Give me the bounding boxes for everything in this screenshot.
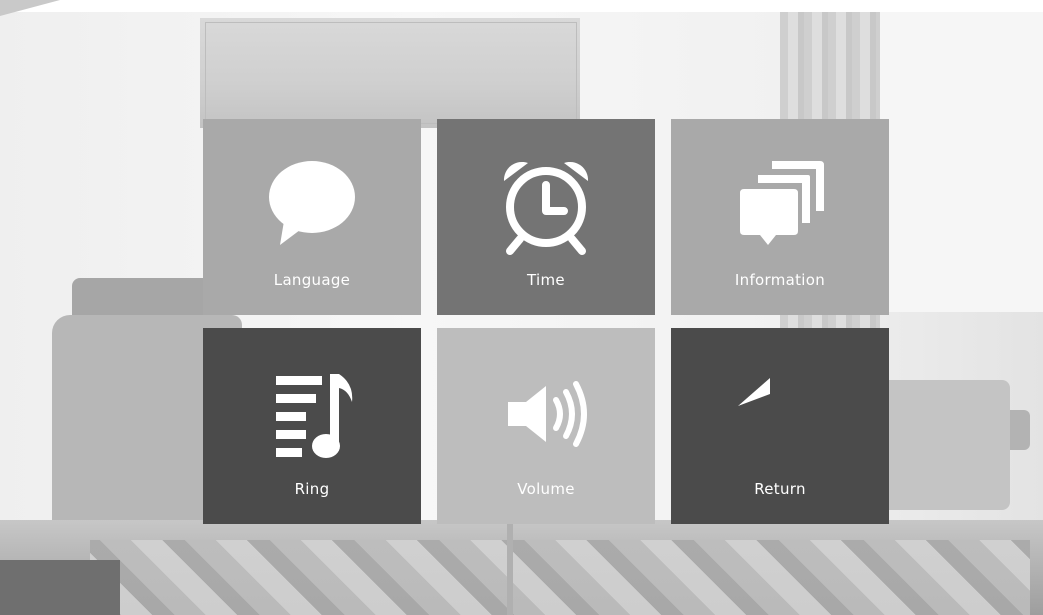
ring-label: Ring	[294, 480, 330, 498]
lamp-pole	[507, 520, 513, 615]
volume-label: Volume	[517, 480, 575, 498]
alarm-clock-icon	[437, 155, 655, 255]
return-button[interactable]: Return	[671, 328, 889, 524]
language-button[interactable]: Language	[203, 119, 421, 315]
top-edge	[0, 0, 1043, 12]
settings-screen: Language Time Information Ring Volume Re…	[0, 0, 1043, 615]
time-button[interactable]: Time	[437, 119, 655, 315]
return-arrow-icon	[671, 364, 889, 464]
information-label: Information	[734, 271, 826, 289]
corner-mark	[0, 0, 60, 16]
floor-shadow	[0, 560, 120, 615]
time-label: Time	[527, 271, 565, 289]
information-button[interactable]: Information	[671, 119, 889, 315]
language-label: Language	[273, 271, 351, 289]
ringtone-note-icon	[203, 364, 421, 464]
window	[880, 12, 1043, 312]
speaker-icon	[437, 364, 655, 464]
return-label: Return	[754, 480, 806, 498]
sofa-right	[880, 380, 1010, 510]
stacked-messages-icon	[671, 155, 889, 255]
volume-button[interactable]: Volume	[437, 328, 655, 524]
rug	[90, 540, 1030, 615]
speech-bubble-icon	[203, 155, 421, 255]
wall-picture-frame	[205, 22, 577, 124]
ring-button[interactable]: Ring	[203, 328, 421, 524]
